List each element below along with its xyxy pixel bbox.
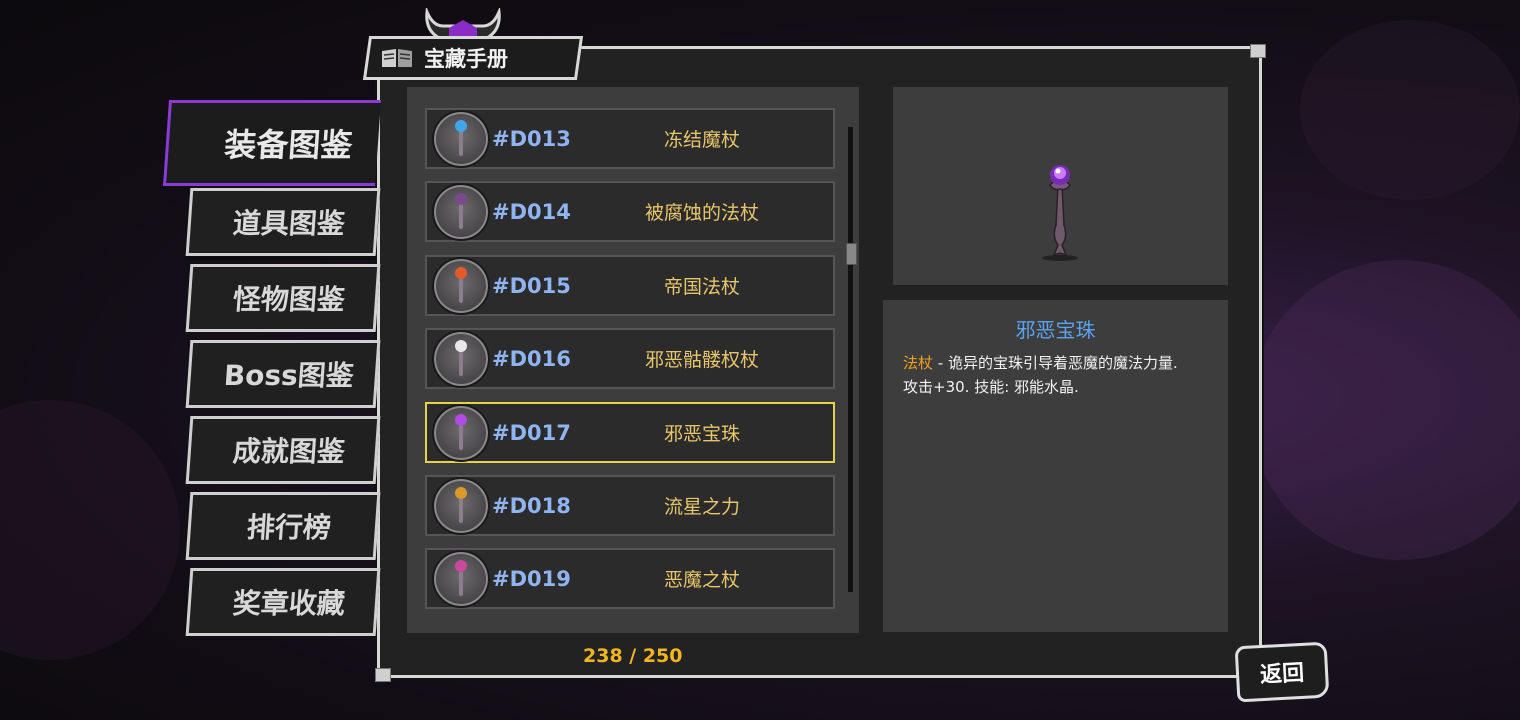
item-icon xyxy=(432,549,490,608)
item-code: #D013 xyxy=(492,126,571,151)
title-bar: 宝藏手册 xyxy=(380,38,508,78)
tab-achievements[interactable]: 成就图鉴 xyxy=(185,416,381,484)
back-label: 返回 xyxy=(1259,660,1305,689)
tab-items[interactable]: 道具图鉴 xyxy=(185,188,381,256)
tab-label: 怪物图鉴 xyxy=(231,283,347,316)
tab-leaderboard[interactable]: 排行榜 xyxy=(185,492,381,560)
background-shape xyxy=(1250,260,1520,560)
item-icon xyxy=(432,182,490,241)
item-name: 帝国法杖 xyxy=(663,276,740,298)
item-detail-panel xyxy=(883,300,1228,632)
page-title: 宝藏手册 xyxy=(424,47,508,71)
detail-desc-line: 攻击+30. 技能: 邪能水晶. xyxy=(903,378,1079,396)
item-icon xyxy=(432,476,490,535)
back-button[interactable]: 返回 xyxy=(1234,641,1330,703)
item-name: 流星之力 xyxy=(663,496,740,518)
item-name: 邪恶骷髅权杖 xyxy=(644,349,759,371)
item-code: #D017 xyxy=(492,420,571,445)
item-code: #D015 xyxy=(492,273,571,298)
item-code: #D014 xyxy=(492,199,571,224)
tab-label: 排行榜 xyxy=(245,511,333,544)
item-code: #D019 xyxy=(492,566,571,591)
list-item[interactable]: #D019 恶魔之杖 xyxy=(425,548,835,609)
tab-boss[interactable]: Boss图鉴 xyxy=(185,340,381,408)
tab-label: 道具图鉴 xyxy=(231,207,347,240)
book-icon xyxy=(382,49,412,67)
detail-desc-line: - 诡异的宝珠引导着恶魔的魔法力量. xyxy=(933,354,1178,372)
tab-label: 奖章收藏 xyxy=(231,587,347,620)
item-icon xyxy=(432,256,490,315)
detail-item-type: 法杖 xyxy=(903,354,934,372)
list-item[interactable]: #D013 冻结魔杖 xyxy=(425,108,835,169)
evil-orb-staff-icon xyxy=(1042,165,1078,261)
collection-counter: 238 / 250 xyxy=(583,645,683,667)
detail-description: 法杖 - 诡异的宝珠引导着恶魔的魔法力量. 攻击+30. 技能: 邪能水晶. xyxy=(903,351,1223,399)
item-name: 冻结魔杖 xyxy=(663,129,740,151)
background-shape xyxy=(1300,20,1520,200)
item-icon xyxy=(432,329,490,388)
frame-corner xyxy=(375,668,391,682)
item-name: 邪恶宝珠 xyxy=(663,423,740,445)
list-item[interactable]: #D015 帝国法杖 xyxy=(425,255,835,316)
list-item-selected[interactable]: #D017 邪恶宝珠 xyxy=(425,402,835,463)
list-item[interactable]: #D016 邪恶骷髅权杖 xyxy=(425,328,835,389)
tab-medals[interactable]: 奖章收藏 xyxy=(185,568,381,636)
item-name: 被腐蚀的法杖 xyxy=(644,202,759,224)
item-icon xyxy=(432,403,490,462)
item-preview-panel xyxy=(893,87,1228,285)
item-code: #D016 xyxy=(492,346,571,371)
tab-monsters[interactable]: 怪物图鉴 xyxy=(185,264,381,332)
scrollbar-thumb[interactable] xyxy=(846,243,857,265)
tab-equipment[interactable]: 装备图鉴 xyxy=(162,100,382,186)
list-scrollbar[interactable] xyxy=(848,127,853,592)
item-icon xyxy=(432,109,490,168)
detail-item-name: 邪恶宝珠 xyxy=(1015,318,1096,342)
item-name: 恶魔之杖 xyxy=(663,569,740,591)
list-item[interactable]: #D018 流星之力 xyxy=(425,475,835,536)
tab-label: 成就图鉴 xyxy=(231,435,347,468)
frame-corner xyxy=(1250,44,1266,58)
background-shape xyxy=(0,400,180,660)
tab-label: Boss图鉴 xyxy=(222,359,356,392)
tab-label: 装备图鉴 xyxy=(223,126,354,164)
item-code: #D018 xyxy=(492,493,571,518)
list-item[interactable]: #D014 被腐蚀的法杖 xyxy=(425,181,835,242)
